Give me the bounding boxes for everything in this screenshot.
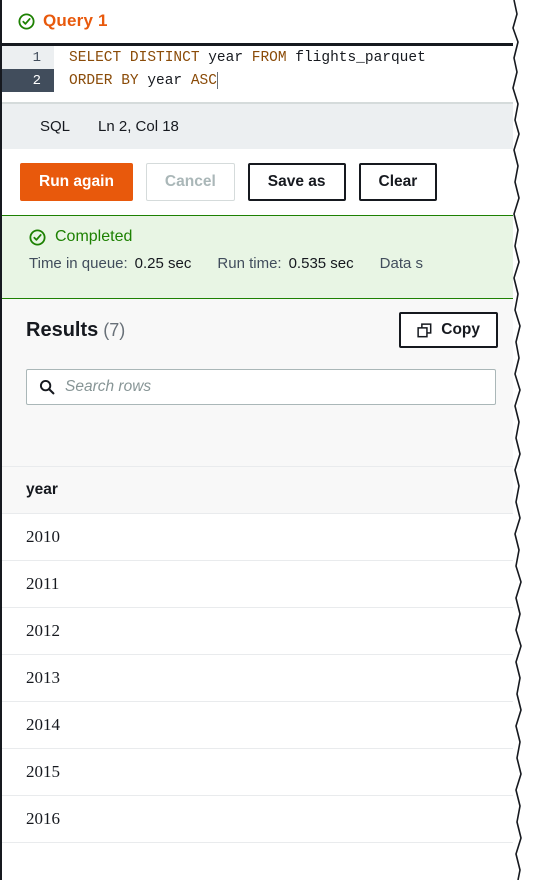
editor-language: SQL [40,118,71,135]
metric-data-scanned: Data s [380,255,423,272]
line-number-1: 1 [2,46,54,69]
cell-year: 2016 [2,795,513,843]
sql-editor[interactable]: 1 SELECT DISTINCT year FROM flights_parq… [2,46,513,103]
cell-year: 2012 [2,607,513,655]
metric-label: Run time: [217,255,282,272]
metric-run-time: Run time: 0.535 sec [217,255,353,272]
line-number-2: 2 [2,69,54,92]
copy-icon [417,322,432,337]
cell-year: 2014 [2,701,513,749]
code-keyword: FROM [251,49,287,66]
editor-cursor-position: Ln 2, Col 18 [98,118,179,135]
check-circle-icon [29,228,46,246]
code-text-1[interactable]: SELECT DISTINCT year FROM flights_parque… [54,46,513,69]
tab-label: Query 1 [43,11,108,30]
results-search-area: Search rows [2,361,513,423]
action-button-row: Run again Cancel Save as Clear [2,149,513,215]
metric-value: 0.25 sec [134,255,192,272]
code-keyword: ORDER BY [69,72,139,89]
code-identifier: flights_parquet [286,49,426,66]
table-row[interactable]: 2010 [2,513,513,561]
table-row[interactable]: 2014 [2,701,513,749]
results-table-head: year [2,466,513,514]
copy-button[interactable]: Copy [399,312,498,348]
clear-button[interactable]: Clear [358,163,438,201]
table-row[interactable]: 2013 [2,654,513,702]
banner-heading: Completed [29,228,513,246]
check-circle-icon [18,12,35,30]
code-keyword: ASC [190,72,217,89]
results-count: (7) [103,319,126,340]
results-table-body: 2010 2011 2012 2013 2014 2015 2016 [2,513,513,843]
search-input[interactable]: Search rows [26,369,496,405]
metric-label: Time in queue: [29,255,128,272]
code-line-1[interactable]: 1 SELECT DISTINCT year FROM flights_parq… [2,46,513,69]
results-header: Results (7) Copy [2,299,513,361]
code-text-2[interactable]: ORDER BY year ASC [54,69,513,92]
results-title: Results [26,318,99,341]
metric-time-in-queue: Time in queue: 0.25 sec [29,255,191,272]
search-icon [39,379,55,395]
table-header-row: year [2,466,513,514]
tab-query-1[interactable]: Query 1 [2,0,126,43]
editor-padding [2,92,513,102]
code-identifier: year [138,72,191,89]
editor-status-bar: SQL Ln 2, Col 18 [2,103,513,149]
table-row[interactable]: 2015 [2,748,513,796]
cancel-button: Cancel [145,163,235,201]
code-keyword: SELECT DISTINCT [69,49,200,66]
athena-query-editor: Query 1 1 SELECT DISTINCT year FROM flig… [0,0,537,880]
page-content: Query 1 1 SELECT DISTINCT year FROM flig… [0,0,513,880]
run-again-button[interactable]: Run again [20,163,133,201]
cell-year: 2010 [2,513,513,561]
search-placeholder: Search rows [65,378,152,395]
metric-label: Data s [379,255,423,272]
code-line-2[interactable]: 2 ORDER BY year ASC [2,69,513,92]
search-spacer [2,423,513,466]
query-state-label: Completed [55,228,133,245]
query-metrics: Time in queue: 0.25 sec Run time: 0.535 … [29,255,513,272]
results-table: year 2010 2011 2012 2013 2014 2015 2016 [2,466,513,843]
results-title-group: Results (7) [26,319,125,342]
column-header-year[interactable]: year [2,466,513,514]
query-tab-strip: Query 1 [2,0,513,46]
query-status-banner: Completed Time in queue: 0.25 sec Run ti… [2,215,513,299]
save-as-button[interactable]: Save as [247,163,346,201]
table-row[interactable]: 2016 [2,795,513,843]
metric-value: 0.535 sec [288,255,354,272]
table-row[interactable]: 2012 [2,607,513,655]
cell-year: 2013 [2,654,513,702]
table-row[interactable]: 2011 [2,560,513,608]
code-identifier: year [199,49,252,66]
cell-year: 2011 [2,560,513,608]
text-cursor [216,72,218,89]
copy-button-label: Copy [441,321,480,338]
cell-year: 2015 [2,748,513,796]
